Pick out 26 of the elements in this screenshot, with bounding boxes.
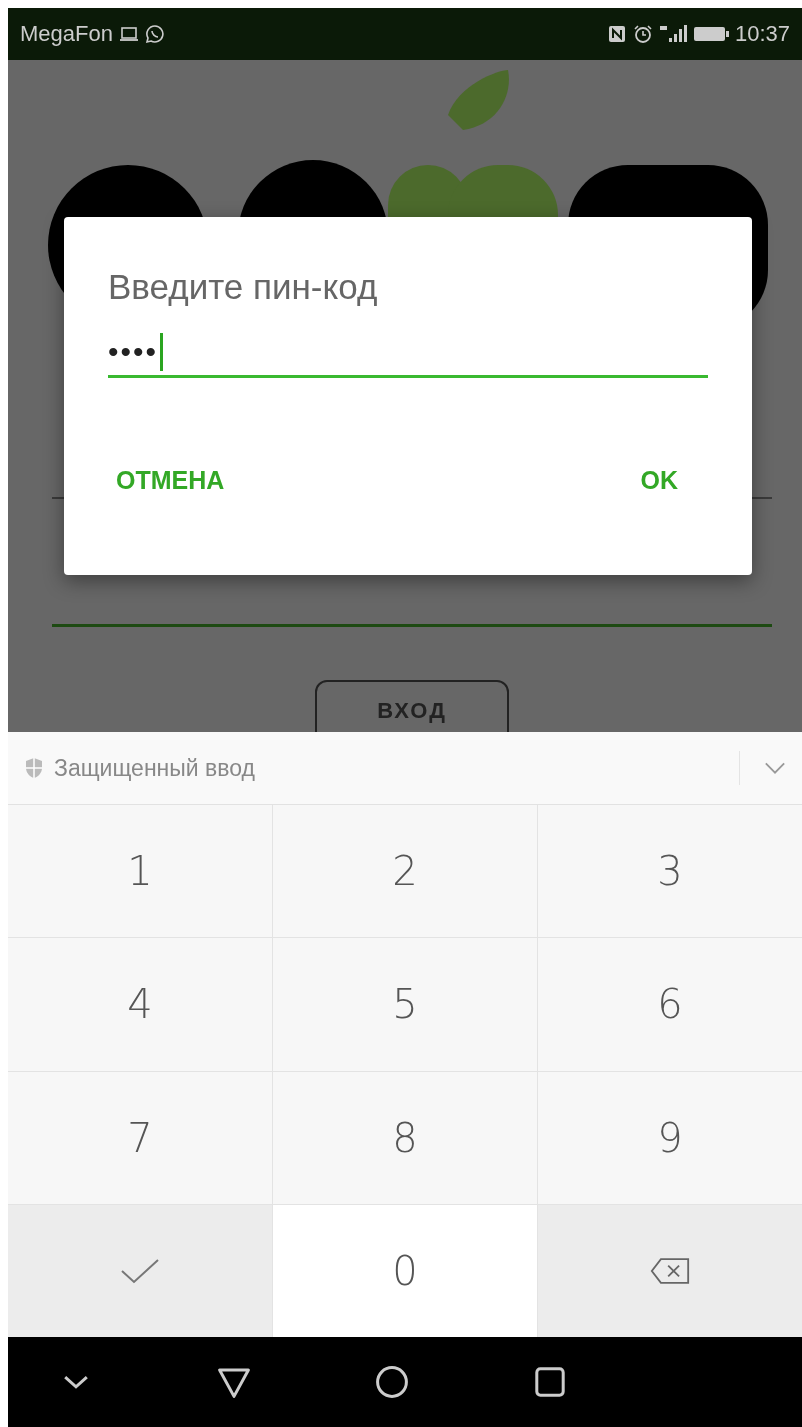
clock-time: 10:37 (734, 21, 790, 47)
digit-key[interactable]: 9 (538, 1071, 802, 1204)
dialog-title: Введите пин-код (108, 267, 379, 307)
home-circle-icon[interactable] (374, 1364, 410, 1400)
nfc-icon (606, 24, 627, 44)
laptop-icon (118, 24, 139, 44)
checkmark-icon (120, 1256, 160, 1285)
backspace-icon (650, 1256, 690, 1285)
shield-icon (24, 757, 44, 779)
keyboard-title: Защищенный ввод (54, 754, 256, 782)
digit-key[interactable]: 5 (273, 938, 537, 1071)
digit-key[interactable]: 4 (8, 938, 272, 1071)
digit-key[interactable]: 0 (273, 1204, 537, 1337)
alarm-clock-icon (632, 24, 653, 44)
digit-key[interactable]: 6 (538, 938, 802, 1071)
battery-icon (692, 25, 729, 43)
digit-key[interactable]: 7 (8, 1071, 272, 1204)
carrier-name: MegaFon (20, 21, 113, 47)
signal-icon (658, 24, 687, 44)
digit-key[interactable]: 8 (273, 1071, 537, 1204)
pin-input-field[interactable]: •••• (108, 329, 708, 378)
digit-key[interactable]: 1 (8, 805, 272, 938)
digit-key[interactable]: 3 (538, 805, 802, 938)
chat-bubble-icon (144, 24, 165, 44)
digit-key[interactable]: 2 (273, 805, 537, 938)
recents-square-icon[interactable] (532, 1364, 568, 1400)
